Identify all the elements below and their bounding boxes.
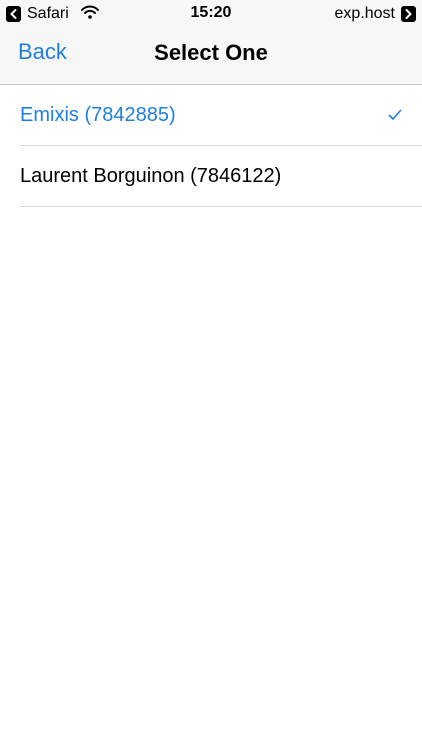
navigation-bar: Back Select One [0, 27, 422, 85]
list-item[interactable]: Emixis (7842885) [20, 85, 422, 146]
checkmark-icon [388, 108, 402, 126]
options-list: Emixis (7842885) Laurent Borguinon (7846… [0, 85, 422, 207]
list-item[interactable]: Laurent Borguinon (7846122) [20, 146, 422, 207]
forward-app-icon[interactable] [401, 6, 416, 22]
list-item-label: Laurent Borguinon (7846122) [20, 165, 282, 187]
host-label[interactable]: exp.host [335, 5, 395, 23]
list-item-label: Emixis (7842885) [20, 104, 176, 126]
status-bar-right[interactable]: exp.host [335, 4, 416, 24]
page-title: Select One [154, 40, 268, 65]
status-bar: Safari 15:20 exp.host [0, 0, 422, 27]
